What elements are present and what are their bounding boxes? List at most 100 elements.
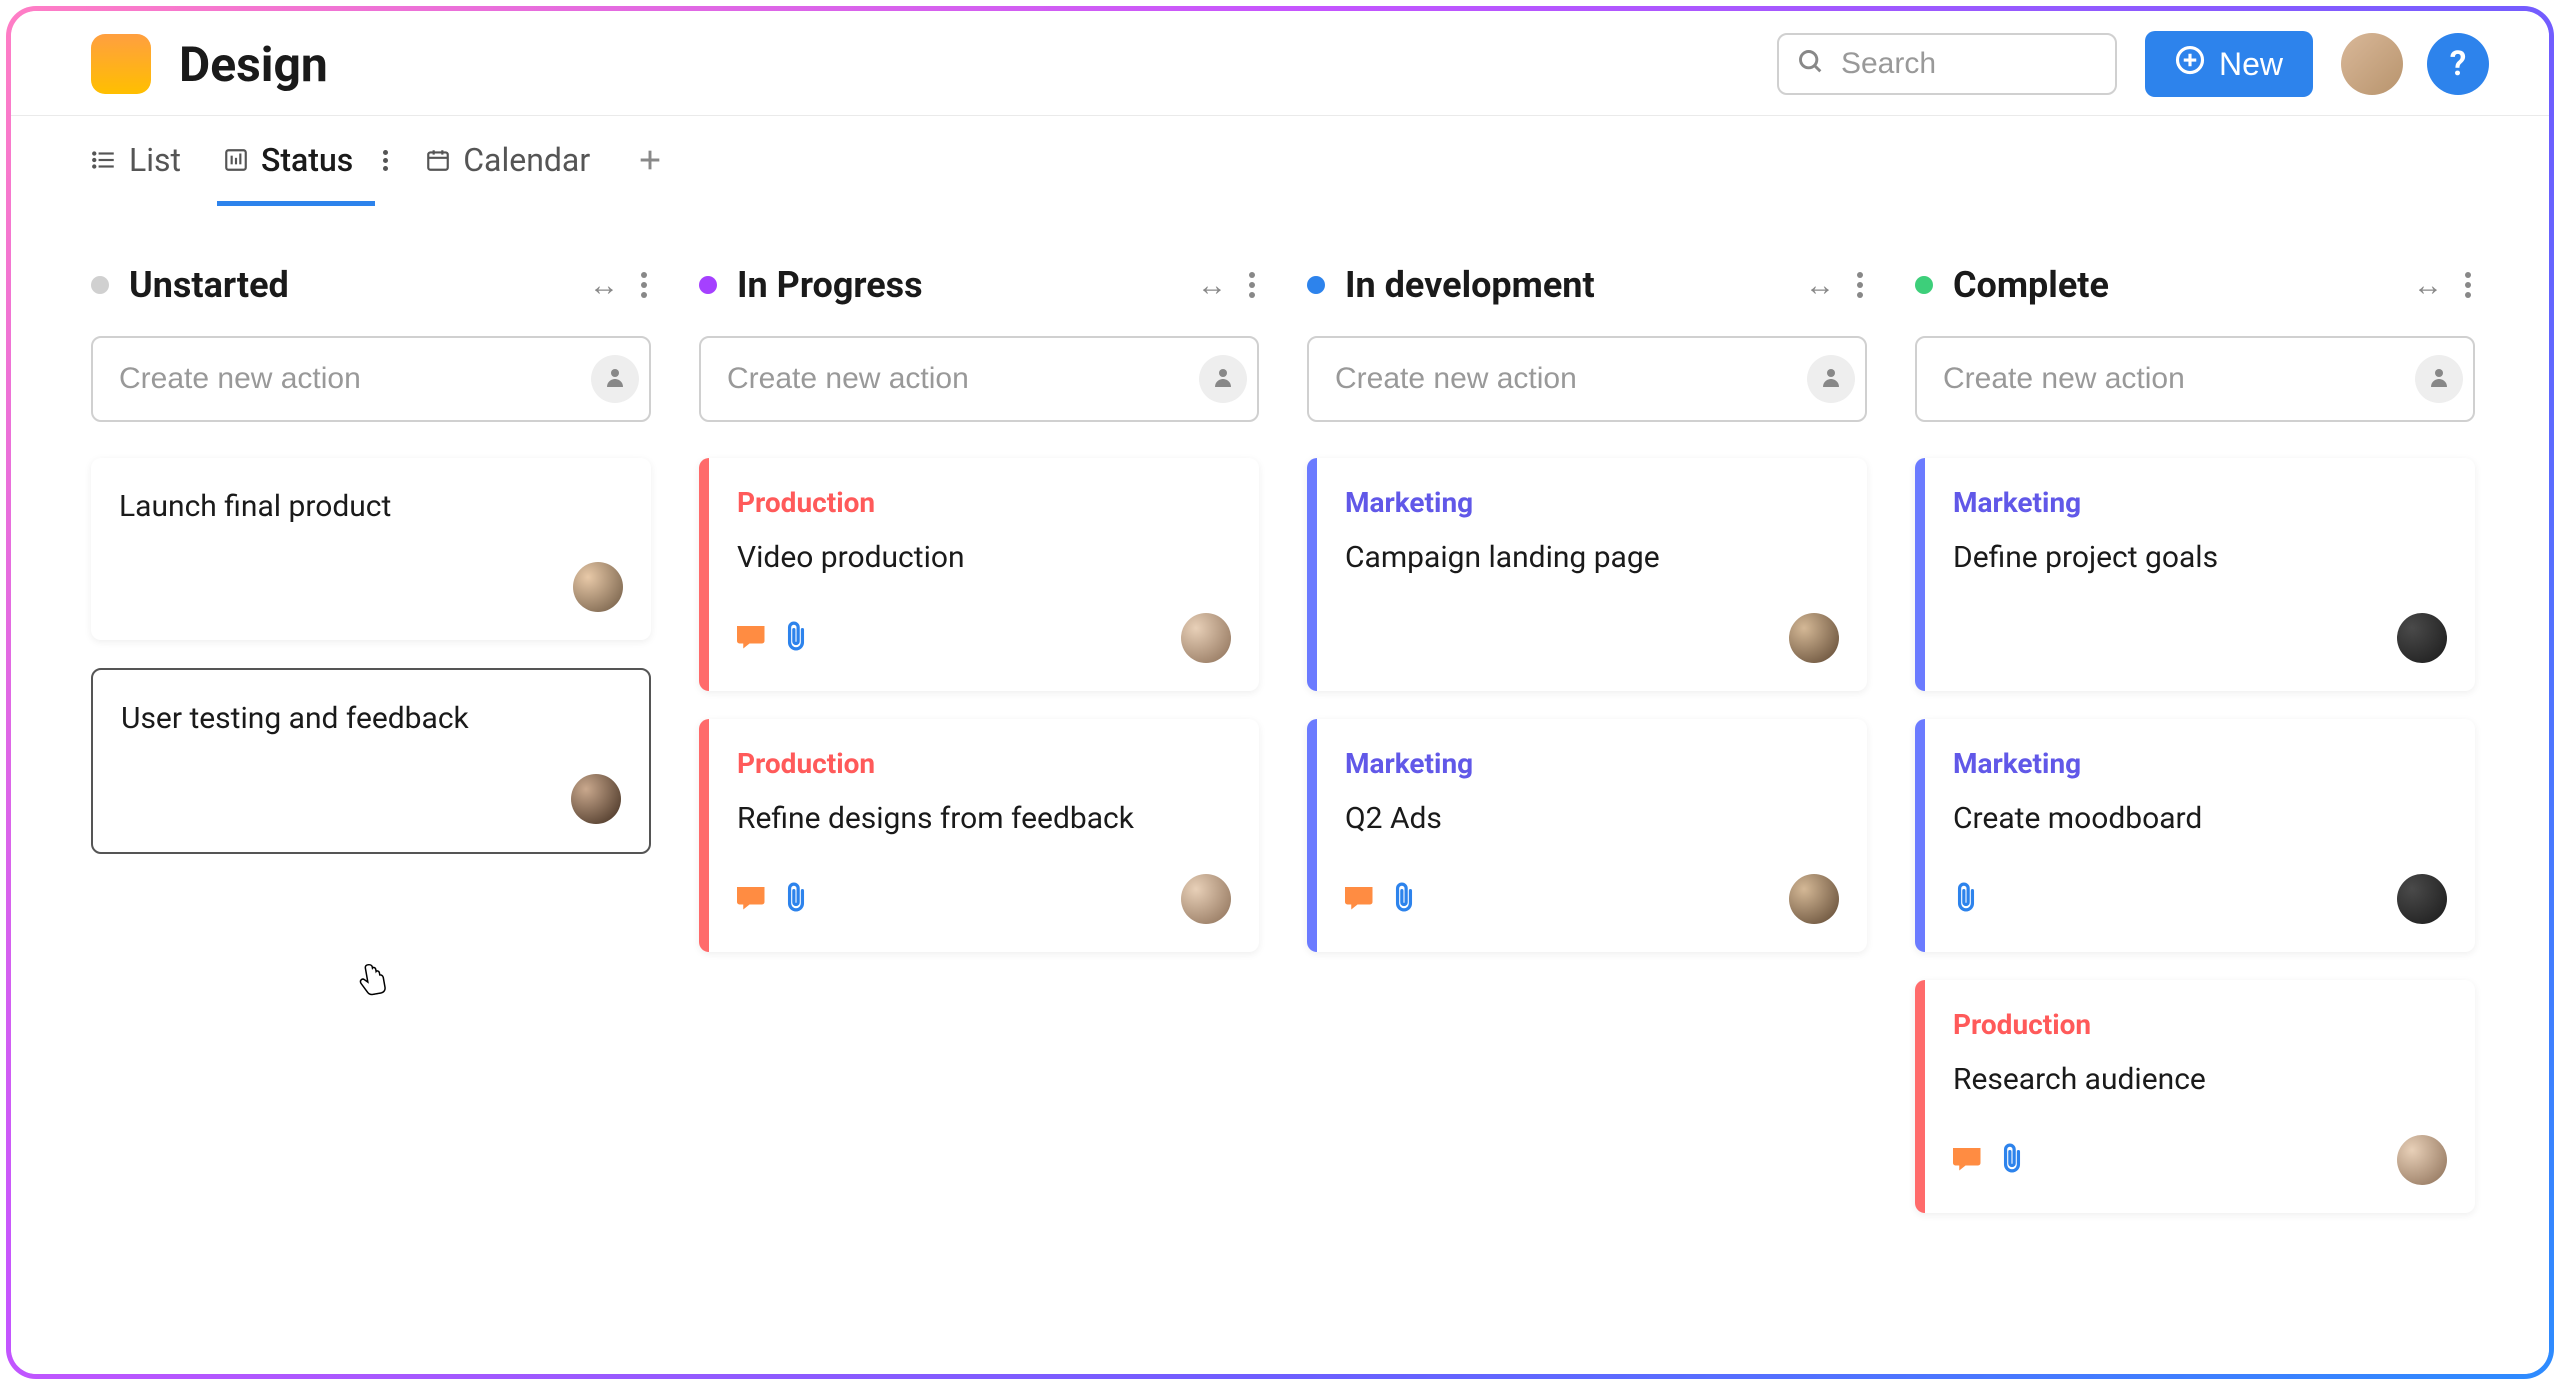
create-action-row[interactable] <box>1915 336 2475 422</box>
column-header: In development↔ <box>1307 264 1867 306</box>
attachment-icon[interactable] <box>1953 882 1979 916</box>
card-footer <box>119 562 623 612</box>
column-in-progress: In Progress↔ ProductionVideo production Pr… <box>699 264 1259 1241</box>
column-title: In Progress <box>737 264 1197 306</box>
card-title: Research audience <box>1953 1059 2447 1101</box>
assign-user-button[interactable] <box>591 355 639 403</box>
attachment-icon[interactable] <box>1999 1143 2025 1177</box>
column-more-button[interactable] <box>2461 264 2475 306</box>
assignee-avatar[interactable] <box>571 774 621 824</box>
card-stripe <box>1307 458 1317 691</box>
card-category: Marketing <box>1345 747 1839 780</box>
column-header: Complete↔ <box>1915 264 2475 306</box>
tab-list[interactable]: List <box>91 116 181 204</box>
comment-icon[interactable] <box>1953 1144 1983 1176</box>
task-card[interactable]: ProductionRefine designs from feedback <box>699 719 1259 952</box>
card-stripe <box>699 719 709 952</box>
tab-label: List <box>129 141 181 179</box>
card-footer <box>121 774 621 824</box>
new-button[interactable]: New <box>2145 31 2313 97</box>
create-action-row[interactable] <box>91 336 651 422</box>
status-dot-icon <box>1307 276 1325 294</box>
task-card[interactable]: Marketing Define project goals <box>1915 458 2475 691</box>
card-stripe <box>1915 980 1925 1213</box>
search-icon <box>1797 48 1825 80</box>
card-title: User testing and feedback <box>121 698 621 740</box>
column-more-button[interactable] <box>637 264 651 306</box>
resize-column-icon[interactable]: ↔ <box>1197 268 1225 303</box>
help-button[interactable]: ? <box>2427 33 2489 95</box>
new-button-label: New <box>2219 46 2283 83</box>
task-card[interactable]: Launch final product <box>91 458 651 640</box>
card-category: Marketing <box>1345 486 1839 519</box>
create-action-row[interactable] <box>1307 336 1867 422</box>
card-footer <box>737 613 1231 663</box>
resize-column-icon[interactable]: ↔ <box>589 268 617 303</box>
attachment-icon[interactable] <box>783 621 809 655</box>
view-tabs: List Status Calendar <box>11 116 2549 204</box>
column-more-button[interactable] <box>1853 264 1867 306</box>
card-title: Video production <box>737 537 1231 579</box>
assignee-avatar[interactable] <box>573 562 623 612</box>
assignee-avatar[interactable] <box>2397 1135 2447 1185</box>
create-action-row[interactable] <box>699 336 1259 422</box>
comment-icon[interactable] <box>737 883 767 915</box>
assignee-avatar[interactable] <box>2397 613 2447 663</box>
card-footer <box>1345 874 1839 924</box>
column-unstarted: Unstarted↔ Launch final product User testi… <box>91 264 651 1241</box>
task-card[interactable]: MarketingCreate moodboard <box>1915 719 2475 952</box>
task-card[interactable]: ProductionVideo production <box>699 458 1259 691</box>
comment-icon[interactable] <box>737 622 767 654</box>
card-footer <box>1953 1135 2447 1185</box>
card-title: Launch final product <box>119 486 623 528</box>
user-avatar[interactable] <box>2341 33 2403 95</box>
header: Design New ? <box>11 11 2549 116</box>
assignee-avatar[interactable] <box>1181 613 1231 663</box>
column-more-button[interactable] <box>1245 264 1259 306</box>
assignee-avatar[interactable] <box>2397 874 2447 924</box>
status-dot-icon <box>91 276 109 294</box>
card-title: Campaign landing page <box>1345 537 1839 579</box>
card-title: Define project goals <box>1953 537 2447 579</box>
project-title: Design <box>179 36 328 93</box>
task-card[interactable]: Production Research audience <box>1915 980 2475 1213</box>
create-action-input[interactable] <box>1943 362 2415 396</box>
create-action-input[interactable] <box>1335 362 1807 396</box>
column-title: Unstarted <box>129 264 589 306</box>
card-footer <box>737 874 1231 924</box>
card-title: Create moodboard <box>1953 798 2447 840</box>
attachment-icon[interactable] <box>1391 882 1417 916</box>
card-category: Marketing <box>1953 486 2447 519</box>
card-footer <box>1345 613 1839 663</box>
project-icon <box>91 34 151 94</box>
attachment-icon[interactable] <box>783 882 809 916</box>
task-card[interactable]: Marketing Campaign landing page <box>1307 458 1867 691</box>
assignee-avatar[interactable] <box>1789 613 1839 663</box>
assign-user-button[interactable] <box>1199 355 1247 403</box>
person-icon <box>1819 365 1843 393</box>
add-view-button[interactable] <box>632 142 668 178</box>
assign-user-button[interactable] <box>1807 355 1855 403</box>
assignee-avatar[interactable] <box>1181 874 1231 924</box>
search-box[interactable] <box>1777 33 2117 95</box>
card-stripe <box>699 458 709 691</box>
person-icon <box>603 365 627 393</box>
tab-status-more[interactable] <box>375 147 395 174</box>
create-action-input[interactable] <box>119 362 591 396</box>
task-card[interactable]: MarketingQ2 Ads <box>1307 719 1867 952</box>
task-card[interactable]: User testing and feedback <box>91 668 651 854</box>
assign-user-button[interactable] <box>2415 355 2463 403</box>
person-icon <box>1211 365 1235 393</box>
assignee-avatar[interactable] <box>1789 874 1839 924</box>
tab-calendar[interactable]: Calendar <box>425 116 590 204</box>
resize-column-icon[interactable]: ↔ <box>2413 268 2441 303</box>
resize-column-icon[interactable]: ↔ <box>1805 268 1833 303</box>
plus-circle-icon <box>2175 45 2219 83</box>
kanban-board: Unstarted↔Launch final productUser testi… <box>11 204 2549 1241</box>
tab-status[interactable]: Status <box>223 116 353 204</box>
column-header: In Progress↔ <box>699 264 1259 306</box>
card-category: Production <box>1953 1008 2447 1041</box>
create-action-input[interactable] <box>727 362 1199 396</box>
comment-icon[interactable] <box>1345 883 1375 915</box>
column-title: Complete <box>1953 264 2413 306</box>
